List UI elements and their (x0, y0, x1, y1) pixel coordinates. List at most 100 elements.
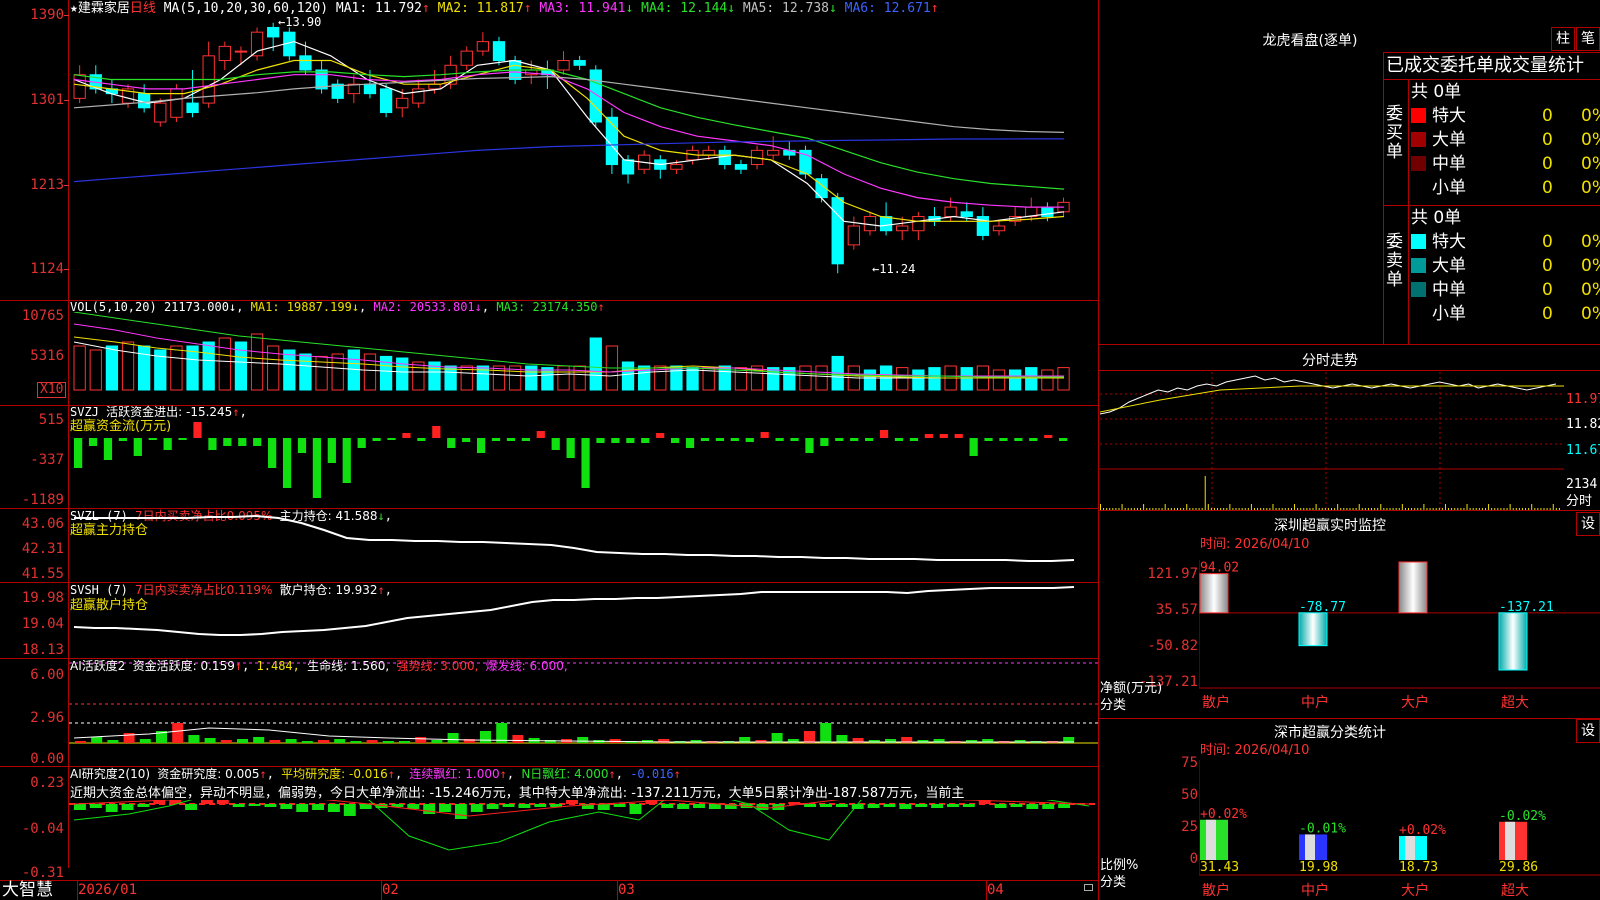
activity-bar (91, 737, 103, 743)
research-bar (883, 804, 896, 807)
lock-icon[interactable] (1084, 884, 1093, 891)
volume-bar (1008, 369, 1022, 391)
research-bar (835, 804, 848, 807)
fund-flow-bar (432, 426, 441, 438)
volume-bar (105, 345, 119, 391)
fenshi-avg-line (1100, 385, 1564, 413)
classify-change-label: -0.01% (1299, 821, 1346, 836)
volume-bar (1041, 369, 1054, 391)
bar-mode-button[interactable]: 柱 (1551, 27, 1575, 51)
fund-flow-bar (402, 433, 411, 438)
color-swatch (1411, 132, 1426, 147)
period-label[interactable]: 日线 (130, 1, 156, 16)
classify-ytick: 25 (1181, 819, 1198, 835)
research-bar (470, 804, 483, 812)
vol-unit-badge[interactable]: X10 (37, 382, 67, 398)
tick-mode-button[interactable]: 笔 (1576, 27, 1600, 51)
fund-flow-bar (999, 438, 1008, 441)
volume-bar (638, 365, 651, 391)
order-count: 0 (1542, 304, 1553, 324)
activity-bar (577, 737, 589, 743)
research-bar (74, 804, 86, 810)
monitor-xlabel: 分类 (1100, 698, 1127, 713)
research-bar (359, 804, 372, 809)
activity-bar (350, 741, 362, 743)
research-bar (89, 804, 102, 808)
order-percent: 0% (1581, 304, 1600, 324)
fund-flow-bar (1059, 438, 1068, 441)
ai2-ytick: -0.04 (21, 821, 64, 837)
candle-body (396, 97, 409, 109)
monitor-chart[interactable]: 94.02 散户 -78.77 中户 121.97 大户 -137.21 超大 (1199, 560, 1600, 720)
volume-bar (299, 353, 312, 391)
svzl-ytick: 42.31 (21, 541, 64, 557)
fund-flow-bar (894, 438, 904, 441)
candle-body (363, 83, 377, 95)
order-type: 大单 (1432, 130, 1466, 150)
volume-bar (202, 341, 215, 391)
candle-body (847, 225, 860, 246)
research-bar (994, 804, 1007, 808)
ai1-ytick: 6.00 (30, 667, 64, 683)
order-row: 特大 0 0% (1411, 230, 1600, 254)
color-swatch (1411, 306, 1426, 321)
fund-flow-bar (850, 438, 859, 441)
ma-legend-item: MA6: 12.671 (844, 1, 931, 16)
fund-flow-bar (820, 438, 829, 446)
research-bar (264, 804, 277, 807)
longhu-tabs[interactable]: 已成交委托单成交量统计 (1386, 55, 1584, 77)
monitor-value-label: -137.21 (1499, 600, 1554, 615)
ai2-chart[interactable] (69, 800, 1098, 880)
activity-bar (431, 740, 443, 743)
vol-chart[interactable] (69, 312, 1098, 405)
color-swatch (1411, 258, 1426, 273)
candle-body (73, 74, 86, 99)
ai2-nday: N日飘红: 4.000 (521, 767, 609, 781)
research-bar (343, 804, 356, 816)
fund-flow-bar (984, 438, 993, 441)
monitor-bar (1199, 573, 1229, 614)
svzj-chart[interactable] (69, 405, 1098, 508)
svsh-ytick: 18.13 (21, 642, 64, 658)
main-right-border (1098, 0, 1099, 900)
research-bar (677, 804, 690, 809)
monitor-value-label: -78.77 (1299, 600, 1346, 615)
fund-flow-bar (566, 438, 575, 458)
volume-bar (815, 365, 828, 391)
fund-flow-bar (327, 438, 336, 463)
fund-flow-bar (74, 438, 83, 468)
fenshi-vol-bar (1204, 476, 1206, 510)
volume-bar (960, 367, 973, 391)
classify-value-label: 19.98 (1299, 860, 1338, 875)
activity-bar (301, 741, 313, 743)
classify-chart[interactable]: +0.02% 31.43 散户 -0.01% 19.98 中户 +0.02% 18.73 大户 -… (1199, 760, 1600, 900)
brand-logo[interactable]: 大智慧 (2, 881, 53, 900)
research-bar (327, 804, 340, 812)
svsh-chart[interactable] (69, 582, 1098, 658)
research-bar (566, 800, 578, 804)
fenshi-chart[interactable] (1100, 372, 1564, 510)
research-bar (661, 804, 674, 808)
kline-chart[interactable] (69, 18, 1098, 300)
star-icon[interactable]: ★ (70, 1, 78, 16)
candle-body (250, 31, 264, 57)
classify-settings-button[interactable]: 设 (1576, 719, 1600, 743)
fund-flow-bar (342, 438, 351, 483)
ma-legend-item: MA1: 11.792 (335, 1, 422, 16)
monitor-settings-button[interactable]: 设 (1576, 512, 1600, 536)
candle-body (896, 225, 909, 232)
monitor-value-label: 121.97 (1399, 560, 1446, 564)
ai1-chart[interactable] (69, 658, 1098, 766)
vol-ytick: 10765 (21, 308, 64, 324)
candle-body (1041, 206, 1054, 218)
research-bar (137, 804, 150, 807)
volume-bar (573, 365, 586, 391)
classify-value-label: 29.86 (1499, 860, 1538, 875)
svzl-chart[interactable] (69, 508, 1098, 582)
candle-body (831, 197, 844, 265)
research-bar (121, 804, 134, 810)
volume-bar (912, 369, 925, 391)
buy-label: 委买单 (1386, 104, 1403, 162)
fund-flow-bar (506, 438, 516, 441)
research-bar (407, 804, 420, 809)
